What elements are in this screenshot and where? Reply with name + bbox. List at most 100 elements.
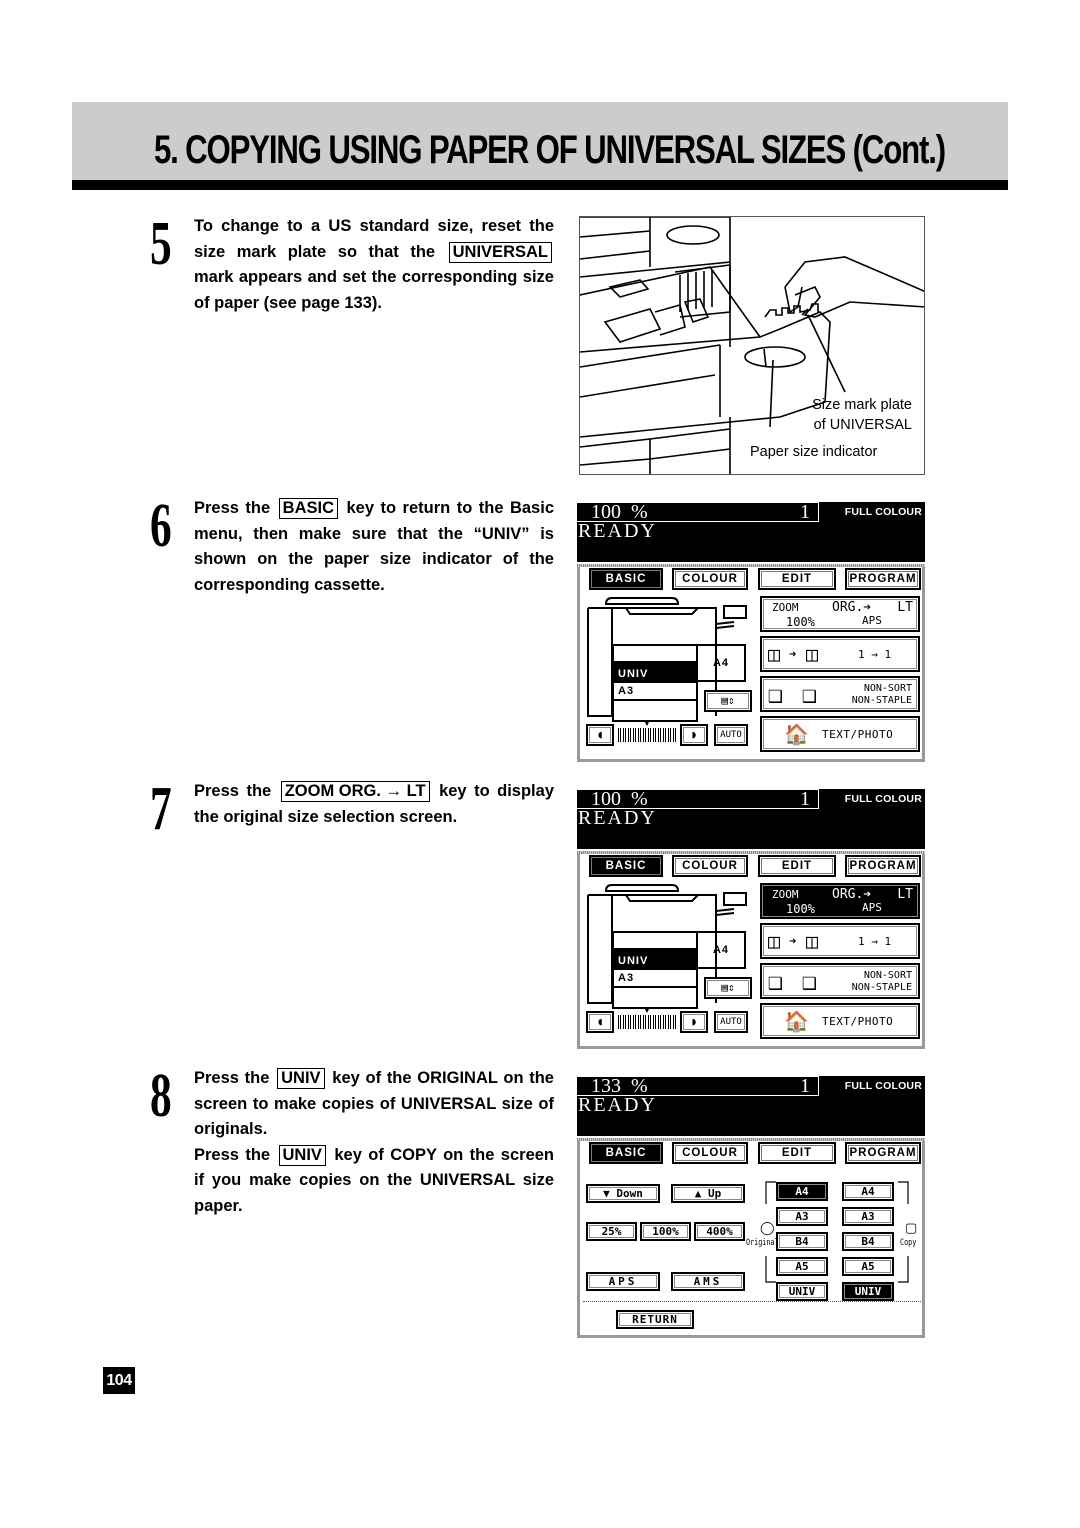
image-mode-label: TEXT/PHOTO [822, 728, 894, 741]
copy-size-button[interactable]: A4 [842, 1182, 894, 1201]
density-darker-button[interactable]: ◗ [680, 1011, 708, 1033]
zoom-label: ZOOM [772, 601, 799, 614]
image-mode-label: TEXT/PHOTO [822, 1015, 894, 1028]
step-8: 8 Press the UNIV key of the ORIGINAL on … [150, 1065, 560, 1226]
tab-colour[interactable]: COLOUR [672, 855, 748, 877]
zoom-up-button[interactable]: ▲ Up [671, 1184, 745, 1203]
density-scale[interactable] [618, 1015, 678, 1029]
status-ready: READY [578, 807, 657, 829]
aps-button[interactable]: APS [586, 1272, 660, 1291]
univ-original-key-label: UNIV [277, 1068, 325, 1089]
aps-label: APS [862, 901, 882, 914]
menu-tabs: BASIC COLOUR EDIT PROGRAM [583, 1142, 921, 1164]
header-rule [72, 180, 1008, 190]
touch-panel: BASIC COLOUR EDIT PROGRAM UNIV A3 A4 ▤⇕ … [577, 851, 925, 1049]
single-sided-original-icon: ◫ [768, 642, 781, 666]
zoom-org-lt-key-label: ZOOM ORG. → LT [280, 781, 430, 802]
cassette-1 [614, 933, 696, 950]
preset-25-button[interactable]: 25% [586, 1222, 637, 1241]
copy-label: Copy [900, 1238, 917, 1248]
density-darker-button[interactable]: ◗ [680, 724, 708, 746]
single-sided-original-icon: ◫ [768, 929, 781, 953]
status-ready: READY [578, 520, 657, 542]
tab-program[interactable]: PROGRAM [845, 568, 921, 590]
basic-menu-screen-step6: 100 % 1 FULL COLOUR READY BASIC COLOUR E… [577, 502, 925, 762]
half-circle-right-icon: ◗ [690, 1015, 698, 1028]
original-size-button[interactable]: A4 [776, 1182, 828, 1201]
copy-count: 1 [800, 788, 810, 810]
up-down-arrows-icon: ⇕ [728, 694, 735, 707]
staple-label: NON-STAPLE [851, 982, 912, 993]
finishing-mode: NON-SORT NON-STAPLE [852, 970, 912, 994]
image-mode-button[interactable]: 🏠 TEXT/PHOTO [760, 716, 920, 752]
cassette-3: A3 [614, 683, 696, 701]
original-size-button[interactable]: A3 [776, 1207, 828, 1226]
density-lighter-button[interactable]: ◖ [586, 1011, 614, 1033]
original-size-button[interactable]: B4 [776, 1232, 828, 1251]
zoom-org-lt-button[interactable]: ZOOM ORG.➔ LT 100% APS [760, 596, 920, 632]
callout-size-mark-plate: Size mark plate of UNIVERSAL [812, 395, 912, 435]
copy-size-button[interactable]: A3 [842, 1207, 894, 1226]
triangle-down-icon: ▼ [603, 1187, 610, 1200]
callout-line: of UNIVERSAL [813, 417, 912, 433]
duplex-button[interactable]: ◫ ➜ ◫ 1 → 1 [760, 923, 920, 959]
tab-program[interactable]: PROGRAM [845, 1142, 921, 1164]
tray-select-button[interactable]: ▤⇕ [704, 977, 752, 999]
tab-colour[interactable]: COLOUR [672, 1142, 748, 1164]
finishing-button[interactable]: ❑ ❑ NON-SORT NON-STAPLE [760, 676, 920, 712]
finishing-button[interactable]: ❑ ❑ NON-SORT NON-STAPLE [760, 963, 920, 999]
auto-density-button[interactable]: AUTO [714, 724, 748, 746]
zoom-org-lt-button[interactable]: ZOOM ORG.➔ LT 100% APS [760, 883, 920, 919]
tab-basic[interactable]: BASIC [589, 1142, 663, 1164]
step-number: 5 [150, 210, 172, 278]
density-indicator-icon: ▼ [642, 1005, 652, 1016]
step-text: To change to a US standard size, reset t… [194, 214, 554, 316]
bypass-tray: A4 [698, 644, 746, 682]
touch-panel: BASIC COLOUR EDIT PROGRAM UNIV A3 A4 ▤⇕ … [577, 564, 925, 762]
return-button[interactable]: RETURN [616, 1310, 694, 1329]
lcd-message-area: 100 % 1 FULL COLOUR READY [577, 502, 925, 562]
tab-colour[interactable]: COLOUR [672, 568, 748, 590]
copy-size-button[interactable]: UNIV [842, 1282, 894, 1301]
tab-edit[interactable]: EDIT [758, 855, 836, 877]
tab-basic[interactable]: BASIC [589, 855, 663, 877]
lcd-message-area: 100 % 1 FULL COLOUR READY [577, 789, 925, 849]
cassette-2-univ: UNIV [614, 950, 696, 970]
lcd-message-area: 133 % 1 FULL COLOUR READY [577, 1076, 925, 1136]
original-size-button[interactable]: UNIV [776, 1282, 828, 1301]
density-lighter-button[interactable]: ◖ [586, 724, 614, 746]
cassette-stack: UNIV A3 [612, 931, 698, 1009]
tab-edit[interactable]: EDIT [758, 568, 836, 590]
cassette-1 [614, 646, 696, 663]
cassette-stack: UNIV A3 [612, 644, 698, 722]
sort-label: NON-SORT [863, 683, 912, 694]
auto-density-button[interactable]: AUTO [714, 1011, 748, 1033]
text: Press the [194, 1069, 270, 1087]
tray-icon: ▤ [721, 694, 728, 707]
staple-stack-icon: ❑ [802, 680, 817, 708]
universal-key-label: UNIVERSAL [448, 241, 552, 263]
tab-basic[interactable]: BASIC [589, 568, 663, 590]
org-label: ORG.➔ [832, 887, 872, 902]
single-sided-copy-icon: ◫ [806, 929, 819, 953]
duplex-button[interactable]: ◫ ➜ ◫ 1 → 1 [760, 636, 920, 672]
section-title: 5. COPYING USING PAPER OF UNIVERSAL SIZE… [154, 128, 946, 172]
preset-400-button[interactable]: 400% [694, 1222, 745, 1241]
text: Press the [194, 499, 271, 517]
copy-size-button[interactable]: B4 [842, 1232, 894, 1251]
step-text: Press the BASIC key to return to the Bas… [194, 496, 554, 598]
zoom-down-button[interactable]: ▼ Down [586, 1184, 660, 1203]
half-circle-right-icon: ◗ [690, 728, 698, 741]
preset-100-button[interactable]: 100% [640, 1222, 691, 1241]
staple-label: NON-STAPLE [851, 695, 912, 706]
original-size-button[interactable]: A5 [776, 1257, 828, 1276]
tab-edit[interactable]: EDIT [758, 1142, 836, 1164]
section-header: 5. COPYING USING PAPER OF UNIVERSAL SIZE… [72, 102, 1008, 190]
ams-button[interactable]: AMS [671, 1272, 745, 1291]
text: mark appears and set the corresponding s… [194, 268, 554, 312]
tray-select-button[interactable]: ▤⇕ [704, 690, 752, 712]
tab-program[interactable]: PROGRAM [845, 855, 921, 877]
copy-size-button[interactable]: A5 [842, 1257, 894, 1276]
image-mode-button[interactable]: 🏠 TEXT/PHOTO [760, 1003, 920, 1039]
density-scale[interactable] [618, 728, 678, 742]
